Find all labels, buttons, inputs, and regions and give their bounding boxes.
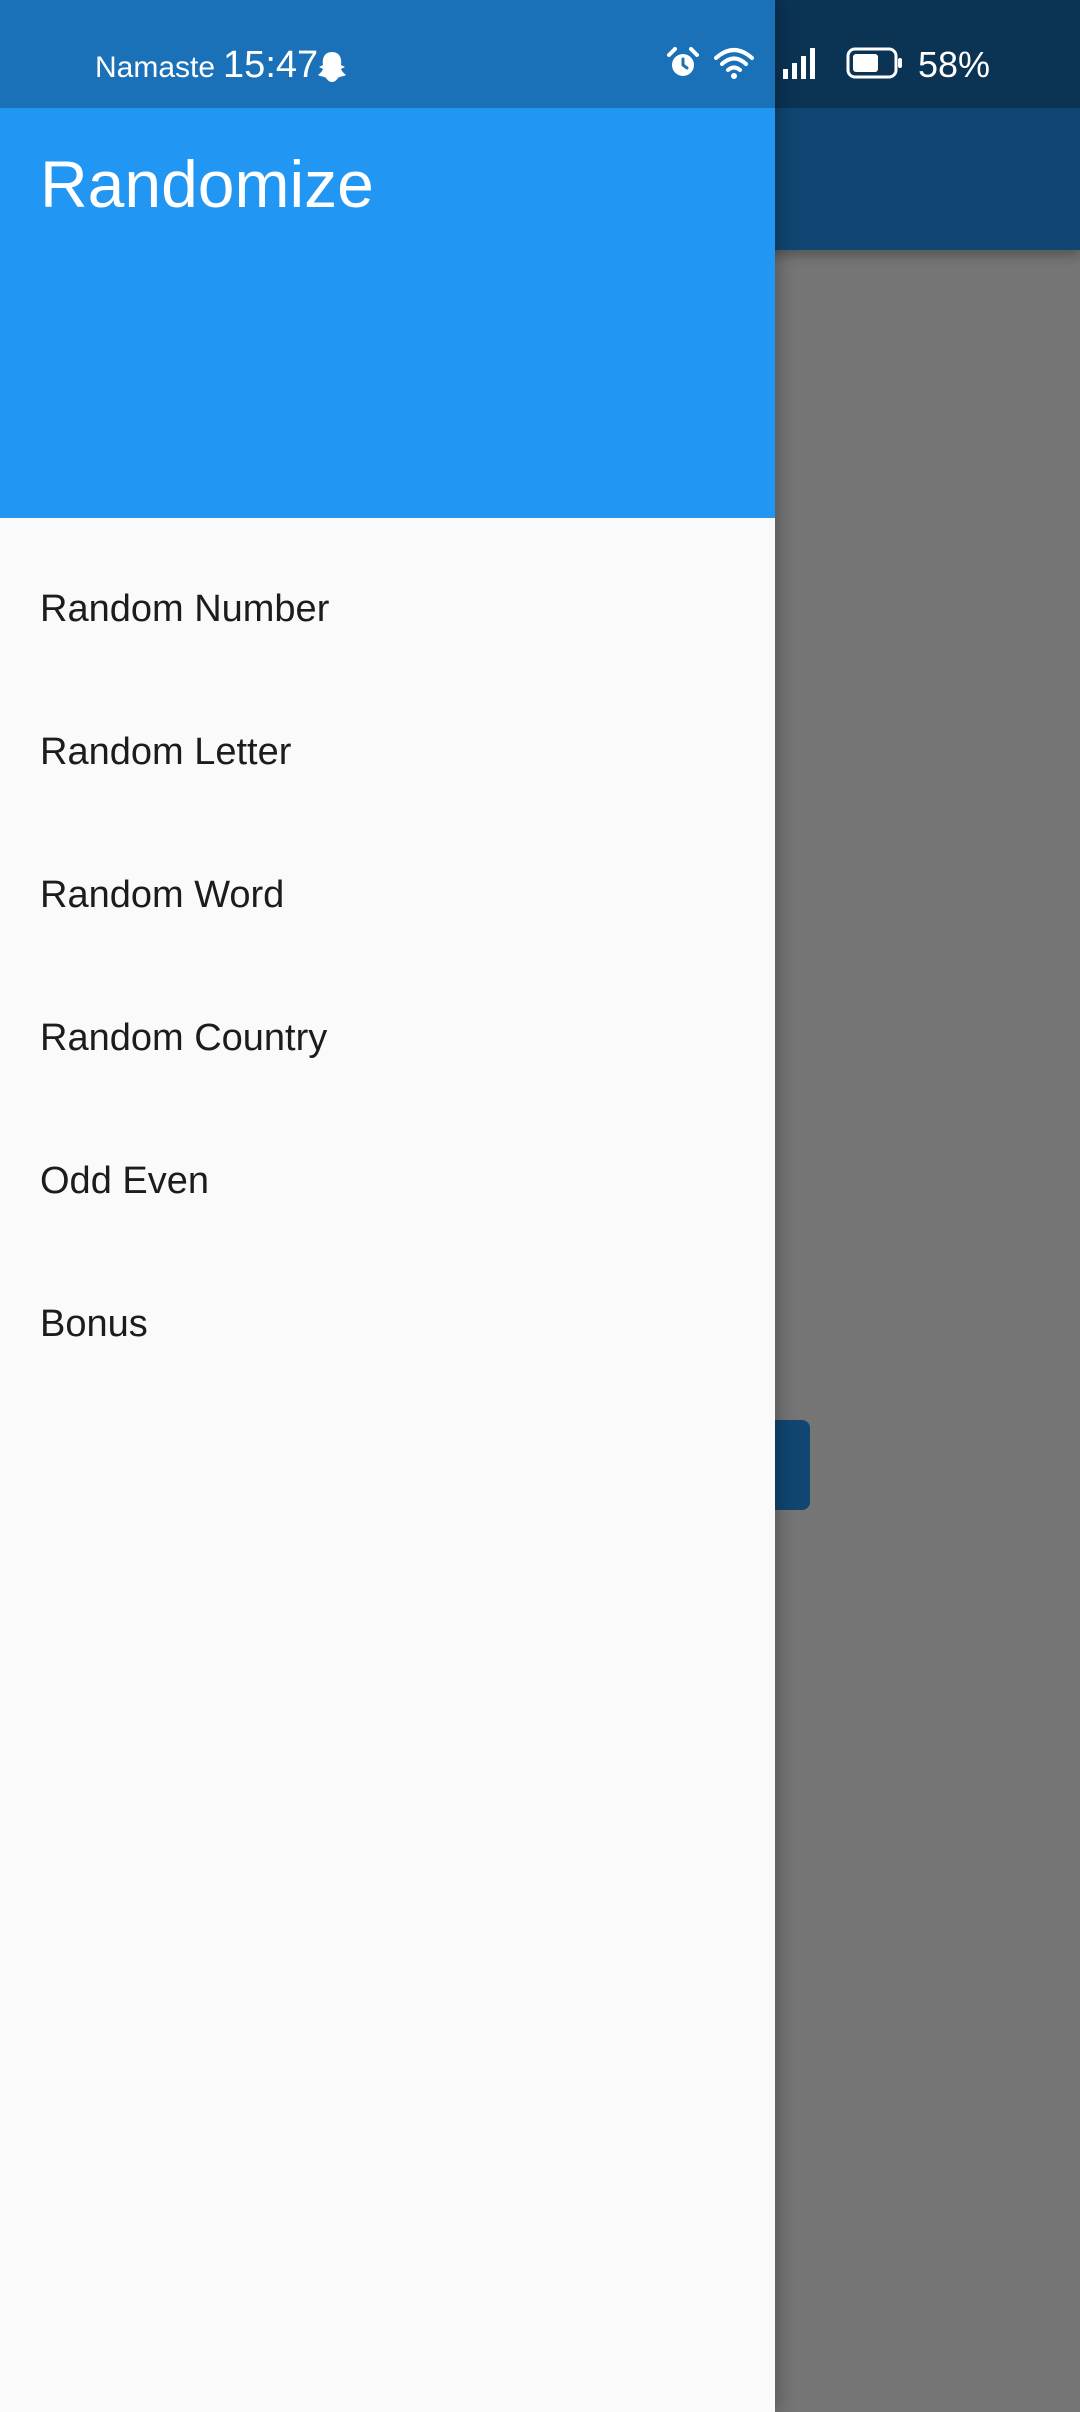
battery-icon bbox=[846, 47, 904, 84]
menu-item-random-country[interactable]: Random Country bbox=[0, 967, 775, 1110]
alarm-icon bbox=[666, 46, 700, 85]
clock: 15:47 bbox=[223, 44, 319, 86]
status-right: 58% bbox=[666, 44, 990, 86]
carrier-label: Namaste bbox=[95, 51, 216, 84]
menu-item-random-number[interactable]: Random Number bbox=[0, 538, 775, 681]
battery-percentage: 58% bbox=[917, 44, 990, 85]
status-bar: Namaste 15:47 58% bbox=[0, 0, 1080, 108]
wifi-icon bbox=[713, 46, 754, 85]
drawer-header: Randomize bbox=[0, 108, 775, 518]
menu-item-odd-even[interactable]: Odd Even bbox=[0, 1110, 775, 1253]
snapchat-ghost-icon bbox=[316, 50, 348, 89]
menu-item-random-letter[interactable]: Random Letter bbox=[0, 681, 775, 824]
signal-icon bbox=[782, 47, 818, 84]
menu-item-random-word[interactable]: Random Word bbox=[0, 824, 775, 967]
status-left: Namaste 15:47 bbox=[95, 44, 318, 87]
navigation-drawer: Randomize Random Number Random Letter Ra… bbox=[0, 0, 775, 2412]
menu-item-bonus[interactable]: Bonus bbox=[0, 1253, 775, 1396]
drawer-menu: Random Number Random Letter Random Word … bbox=[0, 538, 775, 1396]
screen: : Randomize Random Number Random Letter … bbox=[0, 0, 1080, 2412]
drawer-title: Randomize bbox=[40, 147, 374, 221]
